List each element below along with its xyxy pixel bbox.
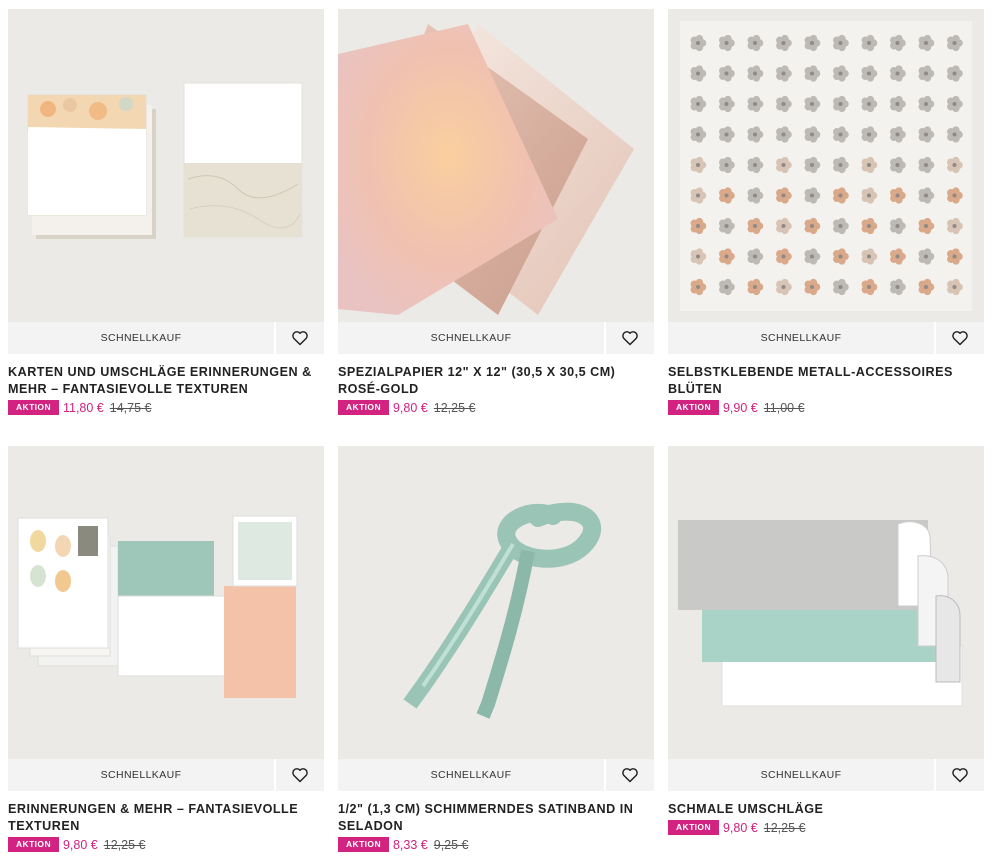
original-price: 12,25 € xyxy=(103,837,146,852)
wishlist-button[interactable] xyxy=(274,759,324,791)
product-image[interactable] xyxy=(668,446,984,759)
product-card[interactable]: SCHNELLKAUF SELBSTKLEBENDE METALL-ACCESS… xyxy=(668,9,984,416)
quick-buy-button[interactable]: SCHNELLKAUF xyxy=(338,322,604,354)
heart-outline-icon xyxy=(952,331,968,346)
wishlist-button[interactable] xyxy=(604,759,654,791)
quick-buy-button[interactable]: SCHNELLKAUF xyxy=(668,759,934,791)
price-line: AKTION 9,80 € 12,25 € xyxy=(668,819,984,836)
product-card[interactable]: SCHNELLKAUF KARTEN UND UMSCHLÄGE ERINNER… xyxy=(8,9,324,416)
sale-badge: AKTION xyxy=(8,837,59,852)
heart-outline-icon xyxy=(952,768,968,783)
product-image[interactable] xyxy=(8,446,324,759)
sale-price: 8,33 € xyxy=(392,837,428,852)
product-image[interactable] xyxy=(668,9,984,322)
product-image[interactable] xyxy=(338,9,654,322)
price-line: AKTION 9,80 € 12,25 € xyxy=(338,399,654,416)
quick-buy-button[interactable]: SCHNELLKAUF xyxy=(338,759,604,791)
wishlist-button[interactable] xyxy=(934,759,984,791)
cards-envelopes-image xyxy=(8,9,324,322)
sale-badge: AKTION xyxy=(338,400,389,415)
heart-outline-icon xyxy=(622,331,638,346)
product-image[interactable] xyxy=(8,9,324,322)
product-title[interactable]: KARTEN UND UMSCHLÄGE ERINNERUNGEN & MEHR… xyxy=(8,364,324,398)
price-line: AKTION 9,80 € 12,25 € xyxy=(8,836,324,853)
product-card[interactable]: SCHNELLKAUF 1/2" (1,3 CM) SCHIMMERNDES S… xyxy=(338,446,654,853)
original-price: 11,00 € xyxy=(763,400,805,415)
quick-buy-button[interactable]: SCHNELLKAUF xyxy=(668,322,934,354)
sale-price: 9,80 € xyxy=(62,837,98,852)
sale-price: 11,80 € xyxy=(62,400,104,415)
sale-price: 9,80 € xyxy=(392,400,428,415)
memories-more-image xyxy=(8,446,324,759)
price-line: AKTION 8,33 € 9,25 € xyxy=(338,836,654,853)
sale-badge: AKTION xyxy=(668,820,719,835)
sale-price: 9,80 € xyxy=(722,820,758,835)
sale-badge: AKTION xyxy=(8,400,59,415)
metal-flowers-image xyxy=(668,9,984,322)
product-card[interactable]: SCHNELLKAUF ERINNERUNGEN & MEHR – FANTAS… xyxy=(8,446,324,853)
product-title[interactable]: SCHMALE UMSCHLÄGE xyxy=(668,801,984,818)
wishlist-button[interactable] xyxy=(934,322,984,354)
wishlist-button[interactable] xyxy=(604,322,654,354)
product-title[interactable]: ERINNERUNGEN & MEHR – FANTASIEVOLLE TEXT… xyxy=(8,801,324,835)
original-price: 14,75 € xyxy=(109,400,152,415)
product-title[interactable]: 1/2" (1,3 CM) SCHIMMERNDES SATINBAND IN … xyxy=(338,801,654,835)
quick-buy-button[interactable]: SCHNELLKAUF xyxy=(8,322,274,354)
product-image[interactable] xyxy=(338,446,654,759)
heart-outline-icon xyxy=(292,331,308,346)
rose-gold-paper-image xyxy=(338,9,654,322)
original-price: 9,25 € xyxy=(433,837,469,852)
original-price: 12,25 € xyxy=(433,400,476,415)
satin-ribbon-image xyxy=(338,446,654,759)
wishlist-button[interactable] xyxy=(274,322,324,354)
price-line: AKTION 11,80 € 14,75 € xyxy=(8,399,324,416)
product-card[interactable]: SCHNELLKAUF SCHMALE UMSCHLÄGE AKTION 9,8… xyxy=(668,446,984,836)
heart-outline-icon xyxy=(292,768,308,783)
product-title[interactable]: SELBSTKLEBENDE METALL-ACCESSOIRES BLÜTEN xyxy=(668,364,984,398)
original-price: 12,25 € xyxy=(763,820,806,835)
price-line: AKTION 9,90 € 11,00 € xyxy=(668,399,984,416)
product-card[interactable]: SCHNELLKAUF SPEZIALPAPIER 12" X 12" (30,… xyxy=(338,9,654,416)
sale-badge: AKTION xyxy=(668,400,719,415)
product-title[interactable]: SPEZIALPAPIER 12" X 12" (30,5 X 30,5 CM)… xyxy=(338,364,654,398)
quick-buy-button[interactable]: SCHNELLKAUF xyxy=(8,759,274,791)
sale-price: 9,90 € xyxy=(722,400,758,415)
slim-envelopes-image xyxy=(668,446,984,759)
sale-badge: AKTION xyxy=(338,837,389,852)
heart-outline-icon xyxy=(622,768,638,783)
